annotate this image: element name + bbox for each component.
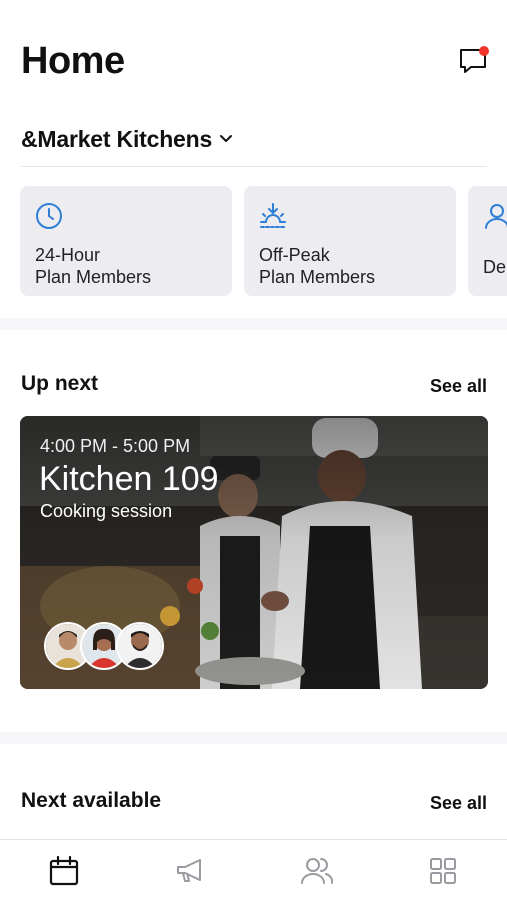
plan-card-partial[interactable]: De (468, 186, 507, 296)
section-separator (0, 732, 507, 744)
section-separator (0, 318, 507, 330)
location-selector[interactable]: &Market Kitchens (21, 126, 234, 153)
tab-calendar[interactable] (47, 854, 81, 888)
plan-card-off-peak[interactable]: Off-Peak Plan Members (244, 186, 456, 296)
chevron-down-icon (218, 127, 234, 152)
plan-card-line2: Plan Members (259, 267, 376, 287)
grid-icon (430, 858, 456, 884)
plan-card-line1: 24-Hour (35, 245, 101, 265)
sunrise-icon (258, 201, 288, 231)
messages-button[interactable] (457, 44, 489, 76)
people-icon (301, 858, 334, 884)
tab-announcements[interactable] (174, 854, 208, 888)
tab-people[interactable] (300, 854, 334, 888)
up-next-see-all-link[interactable]: See all (430, 376, 487, 397)
plan-card-label: 24-Hour Plan Members (35, 244, 151, 288)
clock-icon (34, 201, 64, 231)
plan-card-line2: Plan Members (35, 267, 152, 287)
person-icon (482, 201, 507, 231)
avatar (116, 622, 164, 670)
divider (21, 166, 487, 167)
event-name: Kitchen 109 (39, 460, 219, 498)
plan-card-line1: De (483, 257, 507, 277)
event-time: 4:00 PM - 5:00 PM (40, 436, 191, 456)
location-name: &Market Kitchens (21, 126, 213, 152)
event-card[interactable]: 4:00 PM - 5:00 PM Kitchen 109 Cooking se… (20, 416, 488, 689)
next-available-title: Next available (21, 789, 162, 812)
next-available-see-all-link[interactable]: See all (430, 793, 487, 814)
notification-badge (479, 46, 489, 56)
plan-cards-carousel[interactable]: 24-Hour Plan Members Off-Peak Plan Membe… (20, 186, 507, 297)
event-type: Cooking session (40, 501, 173, 521)
plan-card-label: Off-Peak Plan Members (259, 244, 375, 288)
calendar-icon (49, 855, 79, 886)
plan-card-24-hour[interactable]: 24-Hour Plan Members (20, 186, 232, 296)
plan-card-label: De (483, 256, 506, 278)
page-title: Home (21, 40, 125, 82)
tab-bar (0, 839, 507, 900)
tab-more[interactable] (426, 854, 460, 888)
plan-card-line1: Off-Peak (259, 245, 330, 265)
megaphone-icon (177, 859, 201, 882)
up-next-title: Up next (21, 372, 99, 395)
header: Home (21, 36, 489, 86)
